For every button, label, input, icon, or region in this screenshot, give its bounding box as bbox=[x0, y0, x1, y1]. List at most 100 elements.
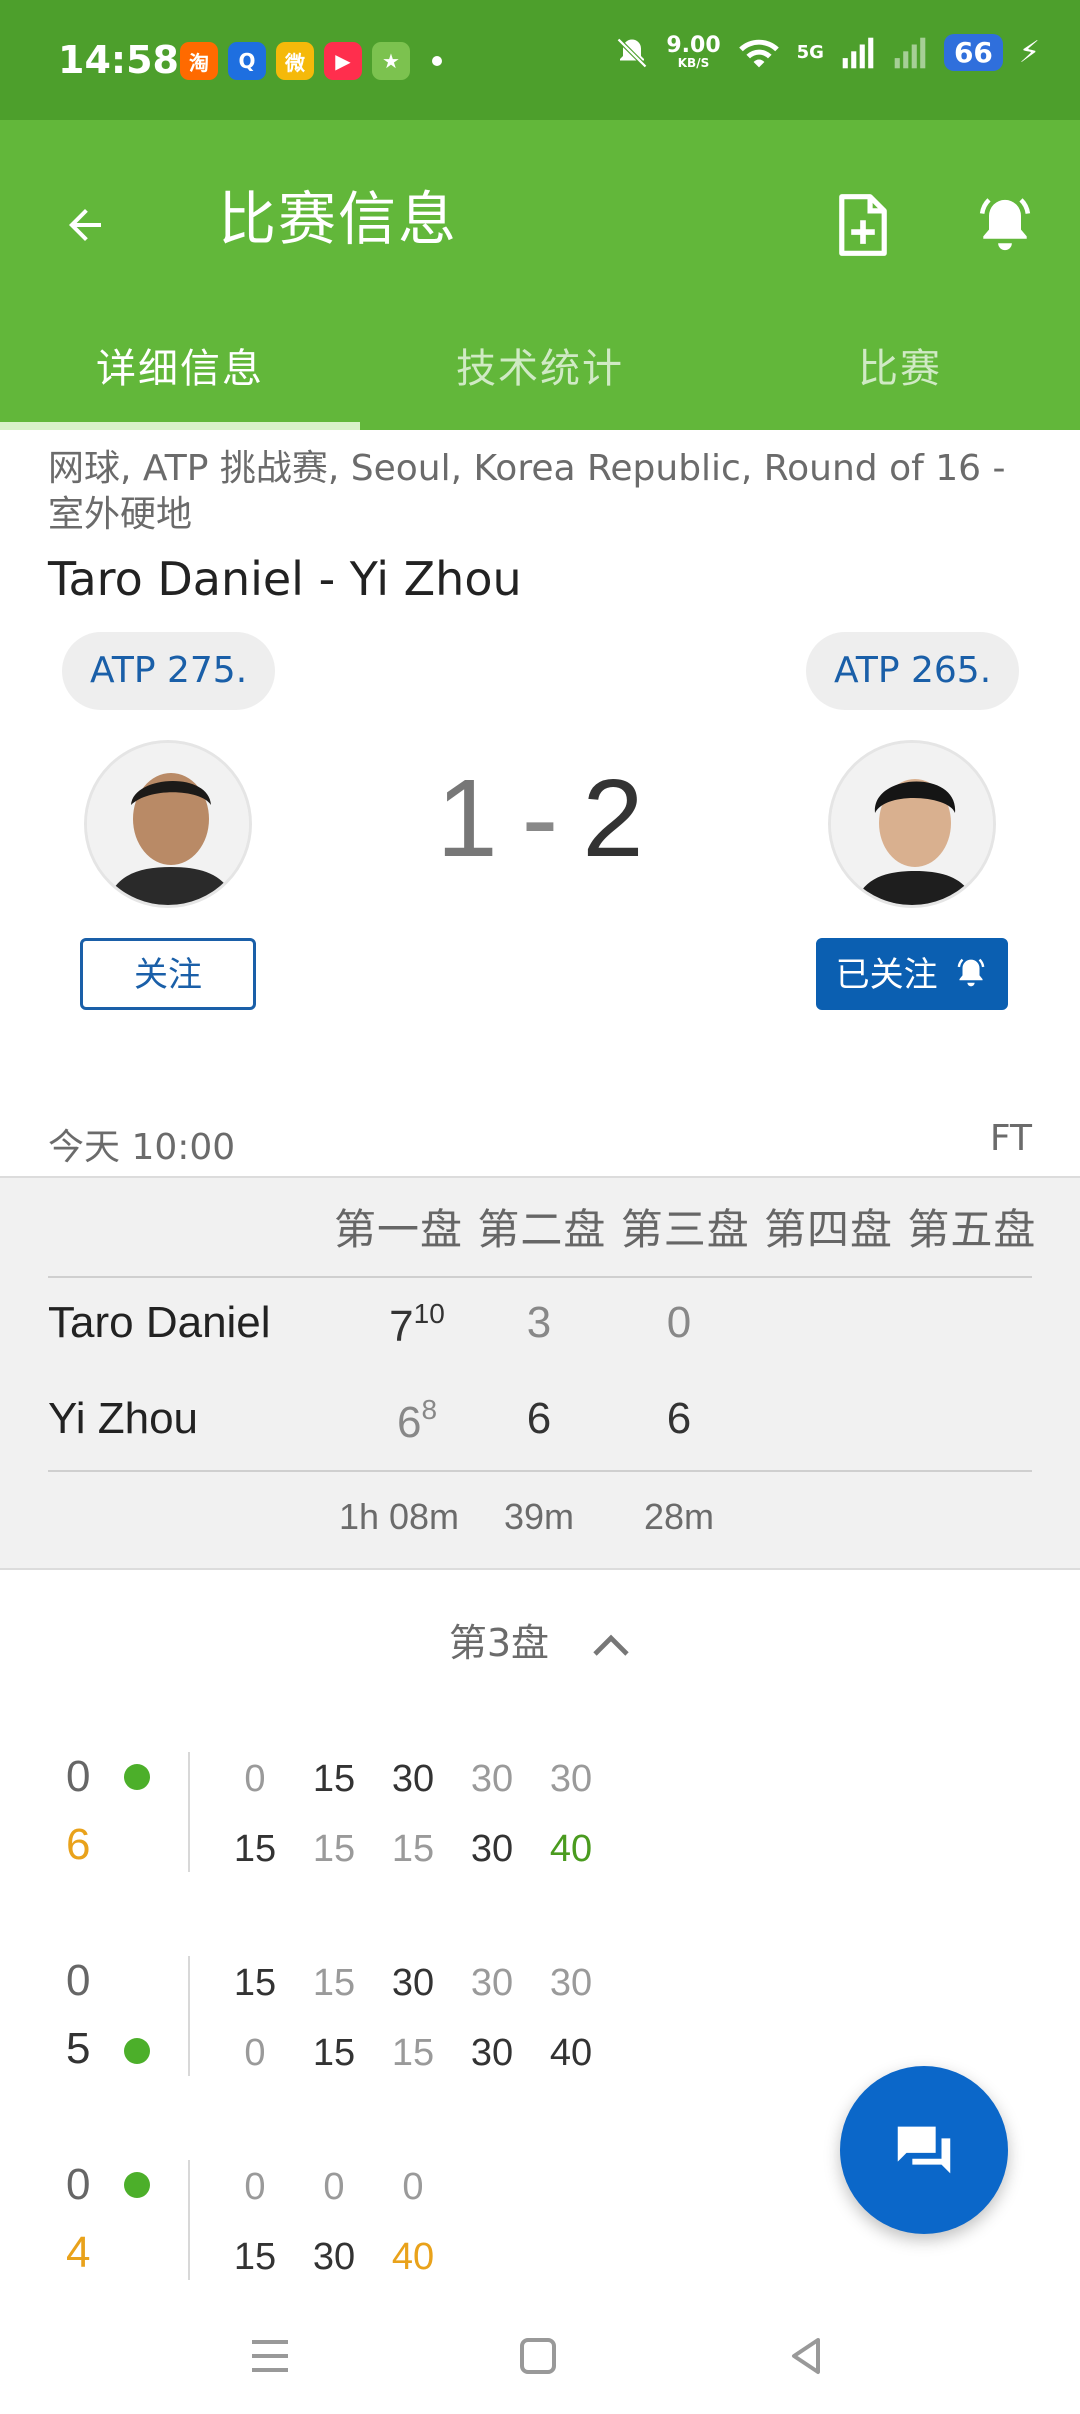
game-score-top: 0 bbox=[66, 2160, 91, 2209]
game-score-top: 0 bbox=[66, 1956, 91, 2005]
menu-nav-button[interactable] bbox=[240, 2326, 300, 2386]
more-notifications-dot bbox=[432, 56, 442, 66]
charging-icon: ⚡ bbox=[1018, 35, 1040, 70]
set1-duration: 1h 08m bbox=[338, 1496, 460, 1537]
point: 15 bbox=[233, 1962, 277, 2004]
back-arrow-icon bbox=[69, 209, 101, 241]
match-status: FT bbox=[989, 1118, 1032, 1159]
status-bar: 14:58 淘 Q 微 ▶ ★ 9.00 KB/S 5G 66 ⚡ bbox=[0, 0, 1080, 120]
point: 15 bbox=[312, 1828, 356, 1870]
menu-icon bbox=[252, 2340, 288, 2372]
status-time: 14:58 bbox=[58, 38, 179, 82]
tournament-info: 网球, ATP 挑战赛, Seoul, Korea Republic, Roun… bbox=[48, 448, 1006, 535]
tab-matches[interactable]: 比赛 bbox=[720, 310, 1080, 430]
serve-indicator bbox=[124, 2038, 150, 2064]
signal-icon bbox=[842, 37, 874, 68]
set1-score-player1: 710 bbox=[372, 1298, 462, 1352]
point: 30 bbox=[470, 1828, 514, 1870]
set1-games: 7 bbox=[389, 1302, 414, 1351]
point: 30 bbox=[549, 1962, 593, 2004]
point: 40 bbox=[391, 2236, 435, 2278]
mute-icon bbox=[617, 37, 648, 68]
point: 40 bbox=[549, 2032, 593, 2074]
game-score-bottom: 6 bbox=[66, 1820, 91, 1869]
set-row-player2: Yi Zhou bbox=[48, 1394, 199, 1443]
set-scores-table: 第一盘 第二盘 第三盘 第四盘 第五盘 Taro Daniel 710 3 0 … bbox=[0, 1176, 1080, 1570]
system-nav-bar bbox=[0, 2290, 1080, 2414]
speed-value: 9.00 bbox=[666, 32, 721, 58]
tab-statistics[interactable]: 技术统计 bbox=[360, 310, 720, 430]
point: 0 bbox=[402, 2166, 424, 2208]
back-button[interactable] bbox=[50, 170, 120, 280]
chat-fab-button[interactable] bbox=[840, 2066, 1008, 2234]
divider bbox=[48, 1470, 1032, 1472]
set1-tiebreak: 10 bbox=[413, 1298, 445, 1329]
home-nav-button[interactable] bbox=[508, 2326, 568, 2386]
chat-icon bbox=[897, 2126, 951, 2174]
bell-ring-icon bbox=[958, 958, 985, 987]
tab-details[interactable]: 详细信息 bbox=[0, 310, 360, 430]
player1-rank[interactable]: ATP 275. bbox=[62, 632, 276, 710]
speed-unit: KB/S bbox=[677, 55, 710, 70]
set2-score-player1: 3 bbox=[526, 1298, 552, 1347]
point: 30 bbox=[391, 1962, 435, 2004]
player2-rank[interactable]: ATP 265. bbox=[806, 632, 1020, 710]
taobao-icon: 淘 bbox=[180, 42, 218, 80]
game-row: 0 6 0 15 30 30 30 15 15 15 30 40 bbox=[0, 1748, 1080, 1878]
notifications-button[interactable] bbox=[960, 170, 1050, 280]
point: 30 bbox=[391, 1758, 435, 1800]
divider bbox=[188, 1956, 190, 2076]
back-nav-button[interactable] bbox=[776, 2326, 836, 2386]
network-speed: 9.00 KB/S bbox=[666, 32, 721, 70]
point: 30 bbox=[470, 1758, 514, 1800]
add-document-icon bbox=[839, 194, 887, 256]
follow-player1-button[interactable]: 关注 bbox=[80, 938, 256, 1010]
back-triangle-icon bbox=[792, 2338, 820, 2374]
set1-games: 6 bbox=[396, 1398, 422, 1447]
serve-indicator bbox=[124, 2172, 150, 2198]
point: 15 bbox=[312, 1962, 356, 2004]
set3-score-player1: 0 bbox=[666, 1298, 692, 1347]
set2-score-player2: 6 bbox=[526, 1394, 552, 1443]
set1-tiebreak: 8 bbox=[421, 1394, 438, 1425]
battery-level: 66 bbox=[943, 34, 1003, 71]
status-indicators: 9.00 KB/S 5G 66 ⚡ bbox=[614, 34, 1040, 71]
player1-sets-won: 1 bbox=[436, 757, 498, 880]
following-label: 已关注 bbox=[835, 955, 938, 995]
set-row-player1: Taro Daniel bbox=[48, 1298, 271, 1347]
app-bar: 比赛信息 详细信息 技术统计 比赛 bbox=[0, 120, 1080, 430]
signal-icon-2 bbox=[894, 37, 926, 68]
match-meta: 今天 10:00 FT bbox=[48, 1118, 1032, 1168]
point: 15 bbox=[391, 1828, 435, 1870]
match-score: 1-2 bbox=[0, 755, 1080, 882]
wifi-icon bbox=[738, 39, 779, 67]
set-columns-header: 第一盘 第二盘 第三盘 第四盘 第五盘 bbox=[334, 1205, 1037, 1254]
home-square-icon bbox=[520, 2338, 556, 2374]
divider bbox=[188, 1752, 190, 1872]
notification-icons: 淘 Q 微 ▶ ★ bbox=[180, 42, 442, 80]
network-type: 5G bbox=[796, 42, 824, 63]
match-title: Taro Daniel - Yi Zhou bbox=[48, 552, 522, 606]
weibo-icon: 微 bbox=[276, 42, 314, 80]
divider bbox=[48, 1276, 1032, 1278]
point: 30 bbox=[470, 2032, 514, 2074]
game-score-top: 0 bbox=[66, 1752, 91, 1801]
point: 15 bbox=[312, 1758, 356, 1800]
page-title: 比赛信息 bbox=[218, 185, 459, 253]
set-selector-label: 第3盘 bbox=[448, 1621, 550, 1665]
point: 0 bbox=[244, 2032, 266, 2074]
point: 30 bbox=[549, 1758, 593, 1800]
set3-duration: 28m bbox=[643, 1496, 715, 1537]
following-player2-button[interactable]: 已关注 bbox=[816, 938, 1008, 1010]
point: 30 bbox=[312, 2236, 356, 2278]
start-time: 今天 10:00 bbox=[48, 1127, 236, 1168]
video-icon: ▶ bbox=[324, 42, 362, 80]
player2-sets-won: 2 bbox=[582, 757, 644, 880]
set-selector[interactable]: 第3盘 bbox=[0, 1612, 1080, 1668]
point: 0 bbox=[244, 2166, 266, 2208]
score-separator: - bbox=[521, 757, 559, 880]
divider bbox=[188, 2160, 190, 2280]
point: 15 bbox=[233, 2236, 277, 2278]
set3-score-player2: 6 bbox=[666, 1394, 692, 1443]
add-calendar-button[interactable] bbox=[818, 170, 908, 280]
